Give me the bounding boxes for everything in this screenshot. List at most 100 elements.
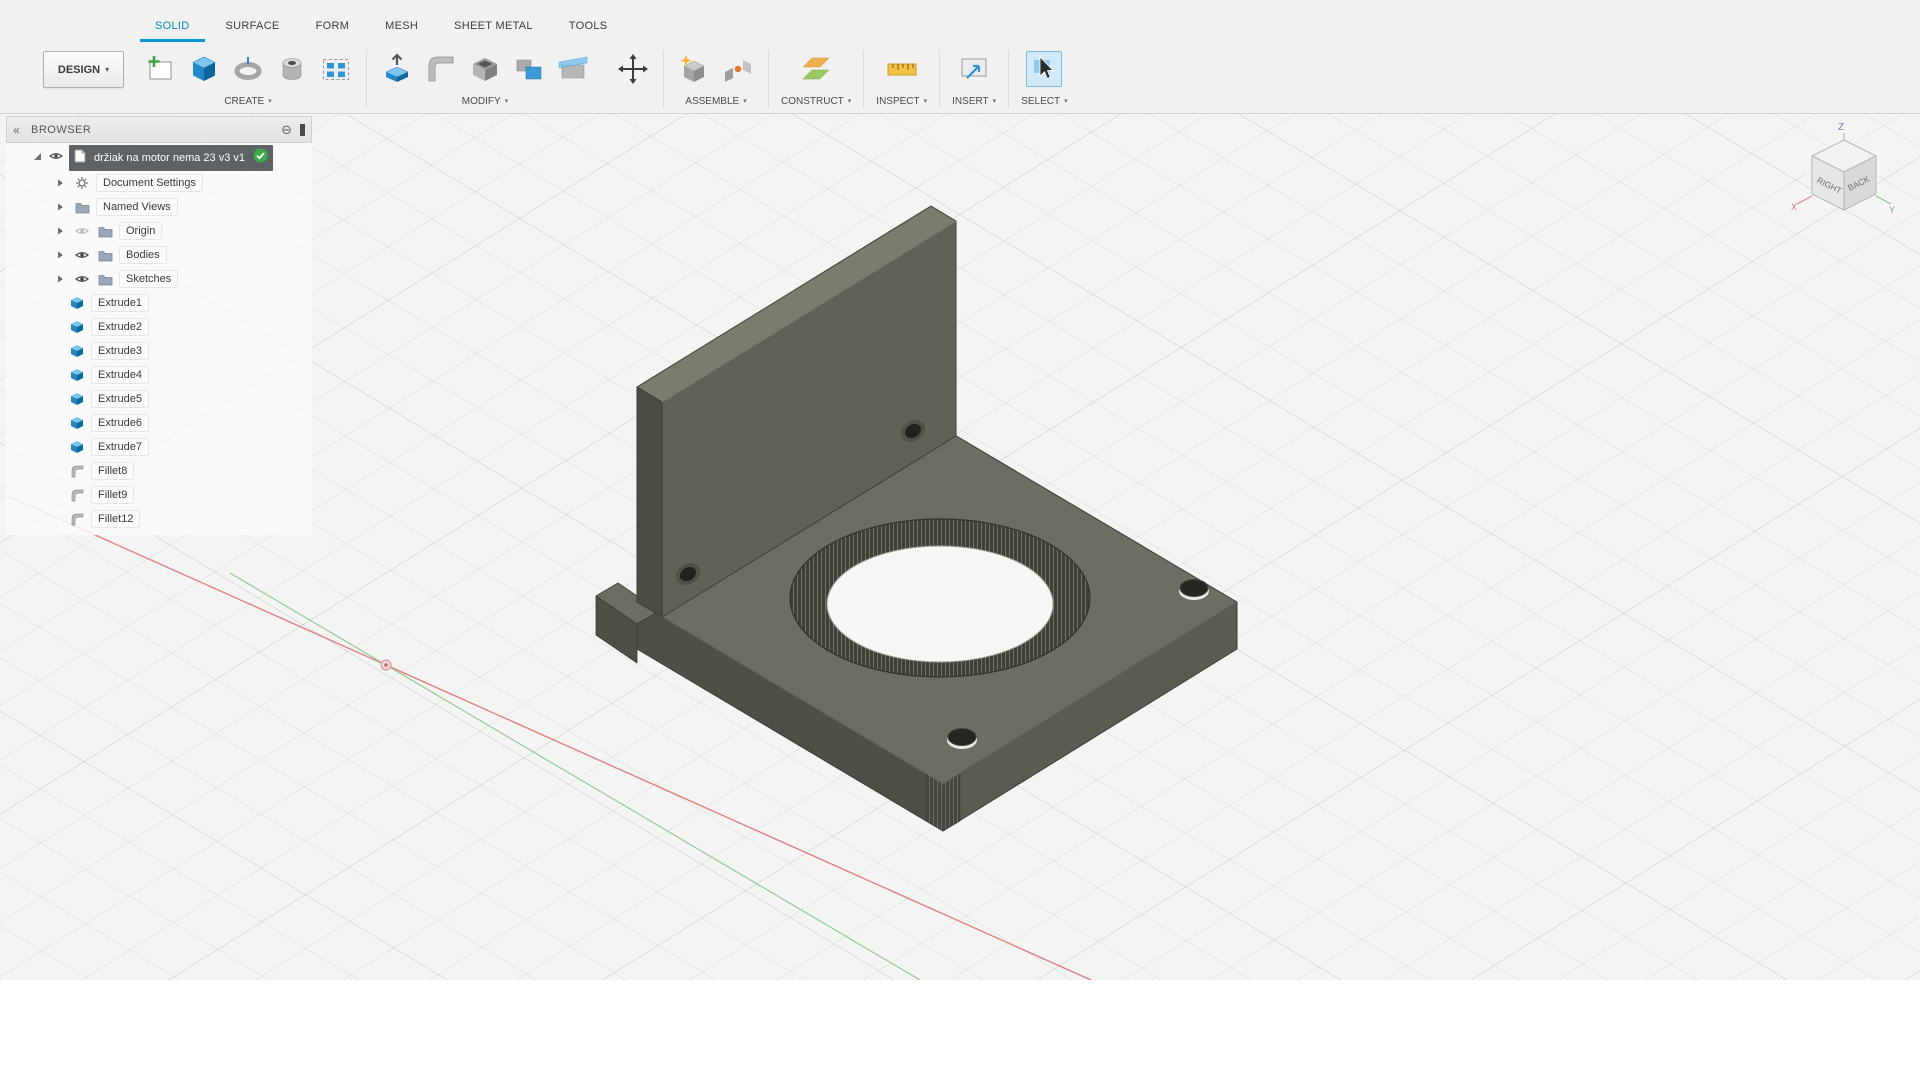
- chevron-down-icon: ▾: [105, 65, 110, 74]
- extrude-feature-icon: [68, 344, 86, 358]
- extrude-feature-icon: [68, 320, 86, 334]
- ribbon-tabs: SOLID SURFACE FORM MESH SHEET METAL TOOL…: [140, 14, 622, 42]
- toolbar-groups: CREATE ▾ MODIFY ▾ ASSEMBLE ▾ CONSTRUCT ▾…: [130, 46, 1080, 109]
- browser-tree: držiak na motor nema 23 v3 v1 Document S…: [6, 143, 312, 535]
- eye-icon[interactable]: [73, 248, 91, 262]
- expander-icon[interactable]: [52, 250, 68, 260]
- browser-item-bodies[interactable]: Bodies: [6, 243, 312, 267]
- fillet-feature-icon: [68, 488, 86, 502]
- browser-item-extrude7[interactable]: Extrude7: [6, 435, 312, 459]
- group-create: CREATE ▾: [130, 46, 366, 109]
- chevron-down-icon: ▾: [992, 98, 997, 105]
- browser-header: « BROWSER ⊖: [6, 116, 312, 143]
- root-selection-bar[interactable]: držiak na motor nema 23 v3 v1: [69, 145, 274, 171]
- group-label-assemble[interactable]: ASSEMBLE ▾: [685, 93, 746, 109]
- group-label-inspect[interactable]: INSPECT ▾: [876, 93, 927, 109]
- tab-form[interactable]: FORM: [301, 14, 365, 42]
- item-label: Fillet8: [91, 462, 135, 480]
- fillet-icon[interactable]: [423, 51, 459, 87]
- item-label: Origin: [119, 222, 163, 240]
- shell-icon[interactable]: [467, 51, 503, 87]
- item-label: Extrude5: [91, 390, 150, 408]
- create-sketch-icon[interactable]: [142, 51, 178, 87]
- combine-icon[interactable]: [511, 51, 547, 87]
- browser-item-named-views[interactable]: Named Views: [6, 195, 312, 219]
- group-assemble: ASSEMBLE ▾: [664, 46, 768, 109]
- group-label-select[interactable]: SELECT ▾: [1021, 93, 1067, 109]
- item-label: Bodies: [119, 246, 167, 264]
- eye-hidden-icon[interactable]: [73, 224, 91, 238]
- group-insert: INSERT ▾: [940, 46, 1008, 109]
- base-hole-front: [947, 728, 977, 749]
- browser-item-sketches[interactable]: Sketches: [6, 267, 312, 291]
- document-icon: [74, 149, 86, 168]
- group-label-create[interactable]: CREATE ▾: [224, 93, 271, 109]
- item-label: Extrude7: [91, 438, 150, 456]
- tab-surface[interactable]: SURFACE: [211, 14, 295, 42]
- eye-icon[interactable]: [73, 272, 91, 286]
- folder-icon: [96, 225, 114, 238]
- move-transform-icon[interactable]: [615, 51, 651, 87]
- panel-resize-grip[interactable]: [300, 123, 305, 136]
- item-label: Extrude2: [91, 318, 150, 336]
- model-motor-bracket[interactable]: [595, 205, 1238, 832]
- revolve-icon[interactable]: [230, 51, 266, 87]
- viewcube-axis-y-label: Y: [1889, 205, 1895, 215]
- press-pull-icon[interactable]: [379, 51, 415, 87]
- hole-icon[interactable]: [274, 51, 310, 87]
- select-cursor-icon[interactable]: [1026, 51, 1063, 87]
- pattern-icon[interactable]: [318, 51, 354, 87]
- collapse-panel-icon[interactable]: «: [13, 123, 31, 137]
- browser-item-document-settings[interactable]: Document Settings: [6, 171, 312, 195]
- browser-item-extrude5[interactable]: Extrude5: [6, 387, 312, 411]
- expander-icon[interactable]: [52, 178, 68, 188]
- chevron-down-icon: ▾: [268, 98, 272, 105]
- chevron-down-icon: ▾: [504, 98, 509, 105]
- group-move: [603, 46, 663, 109]
- expander-icon[interactable]: [52, 274, 68, 284]
- browser-item-extrude1[interactable]: Extrude1: [6, 291, 312, 315]
- tab-solid[interactable]: SOLID: [140, 14, 205, 42]
- group-label-construct[interactable]: CONSTRUCT ▾: [781, 93, 851, 109]
- viewcube[interactable]: Z RIGHT BACK X Y: [1782, 118, 1902, 238]
- browser-item-extrude6[interactable]: Extrude6: [6, 411, 312, 435]
- browser-item-extrude4[interactable]: Extrude4: [6, 363, 312, 387]
- item-label: Extrude6: [91, 414, 150, 432]
- chevron-down-icon: ▾: [847, 98, 852, 105]
- tab-mesh[interactable]: MESH: [370, 14, 433, 42]
- wall-left-face: [636, 386, 663, 618]
- browser-item-extrude2[interactable]: Extrude2: [6, 315, 312, 339]
- eye-icon[interactable]: [48, 149, 64, 168]
- item-label: Sketches: [119, 270, 179, 288]
- construction-plane-icon[interactable]: [798, 51, 834, 87]
- measure-icon[interactable]: [884, 51, 920, 87]
- application-window: Z RIGHT BACK X Y SOLID SURFACE FORM MESH…: [0, 0, 1920, 1080]
- group-label-insert[interactable]: INSERT ▾: [952, 93, 996, 109]
- browser-item-fillet12[interactable]: Fillet12: [6, 507, 312, 531]
- joint-icon[interactable]: [720, 51, 756, 87]
- browser-item-origin[interactable]: Origin: [6, 219, 312, 243]
- split-body-icon[interactable]: [555, 51, 591, 87]
- extrude-feature-icon: [68, 392, 86, 406]
- browser-root-item[interactable]: držiak na motor nema 23 v3 v1: [6, 145, 312, 171]
- group-label-modify[interactable]: MODIFY ▾: [462, 93, 508, 109]
- tab-sheet-metal[interactable]: SHEET METAL: [439, 14, 548, 42]
- extrude-icon[interactable]: [186, 51, 222, 87]
- tab-tools[interactable]: TOOLS: [554, 14, 623, 42]
- expander-icon[interactable]: [52, 202, 68, 212]
- browser-item-fillet8[interactable]: Fillet8: [6, 459, 312, 483]
- design-workspace-dropdown[interactable]: DESIGN ▾: [43, 51, 124, 88]
- check-icon: [253, 148, 268, 168]
- origin-marker[interactable]: [380, 659, 392, 671]
- group-inspect: INSPECT ▾: [864, 46, 939, 109]
- browser-item-extrude3[interactable]: Extrude3: [6, 339, 312, 363]
- item-label: Extrude1: [91, 294, 150, 312]
- extrude-feature-icon: [68, 440, 86, 454]
- insert-icon[interactable]: [956, 51, 992, 87]
- expander-icon[interactable]: [52, 226, 68, 236]
- extrude-feature-icon: [68, 368, 86, 382]
- item-label: Fillet12: [91, 510, 141, 528]
- new-component-icon[interactable]: [676, 51, 712, 87]
- minimize-circle-icon[interactable]: ⊖: [281, 122, 292, 138]
- browser-item-fillet9[interactable]: Fillet9: [6, 483, 312, 507]
